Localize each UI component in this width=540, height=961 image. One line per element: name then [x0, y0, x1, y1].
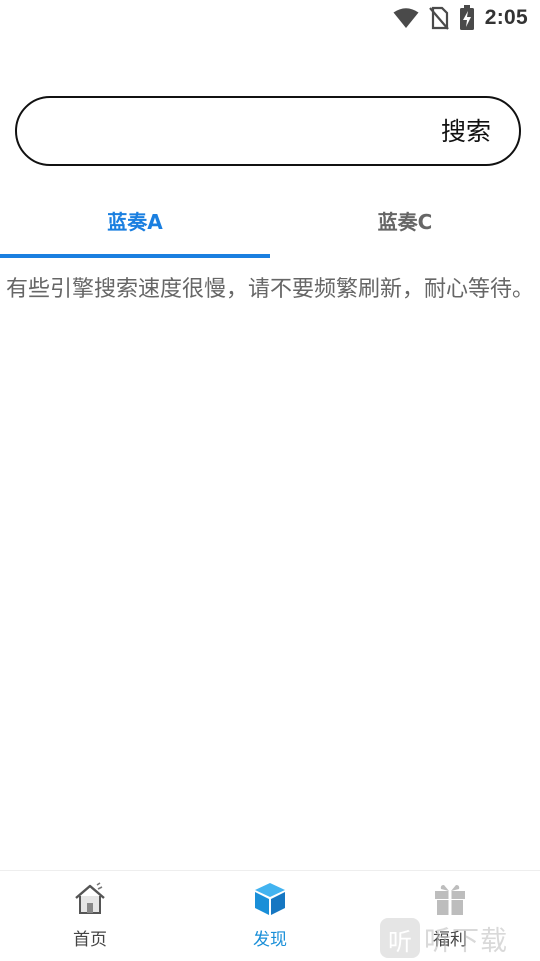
- search-notice: 有些引擎搜索速度很慢，请不要频繁刷新，耐心等待。: [5, 277, 534, 302]
- nav-item-discover[interactable]: 发现: [210, 881, 330, 953]
- status-time: 2:05: [484, 6, 528, 29]
- nav-label-discover: 发现: [253, 930, 287, 950]
- nav-item-home[interactable]: 首页: [30, 881, 150, 953]
- search-button[interactable]: 搜索: [441, 114, 491, 150]
- tab-lanzou-c[interactable]: 蓝奏C: [270, 186, 540, 258]
- wifi-icon: [393, 8, 419, 28]
- nav-label-home: 首页: [73, 930, 107, 950]
- watermark: 听 听下载: [380, 916, 540, 960]
- watermark-logo-icon: 听: [380, 918, 420, 958]
- home-icon: [75, 882, 105, 914]
- battery-charging-icon: [459, 5, 474, 30]
- tab-lanzou-a[interactable]: 蓝奏A: [0, 186, 270, 258]
- source-tabs: 蓝奏A 蓝奏C: [0, 186, 540, 258]
- status-icons: 2:05: [393, 4, 528, 32]
- gift-icon: [435, 885, 465, 915]
- status-bar: 2:05: [0, 0, 540, 36]
- watermark-text: 听下载: [424, 925, 508, 957]
- cube-icon: [255, 883, 285, 915]
- no-sim-icon: [428, 6, 449, 30]
- active-tab-indicator: [0, 254, 270, 258]
- search-box: 搜索: [15, 96, 521, 166]
- watermark-logo-text: 听: [388, 928, 412, 956]
- search-input[interactable]: [41, 112, 425, 152]
